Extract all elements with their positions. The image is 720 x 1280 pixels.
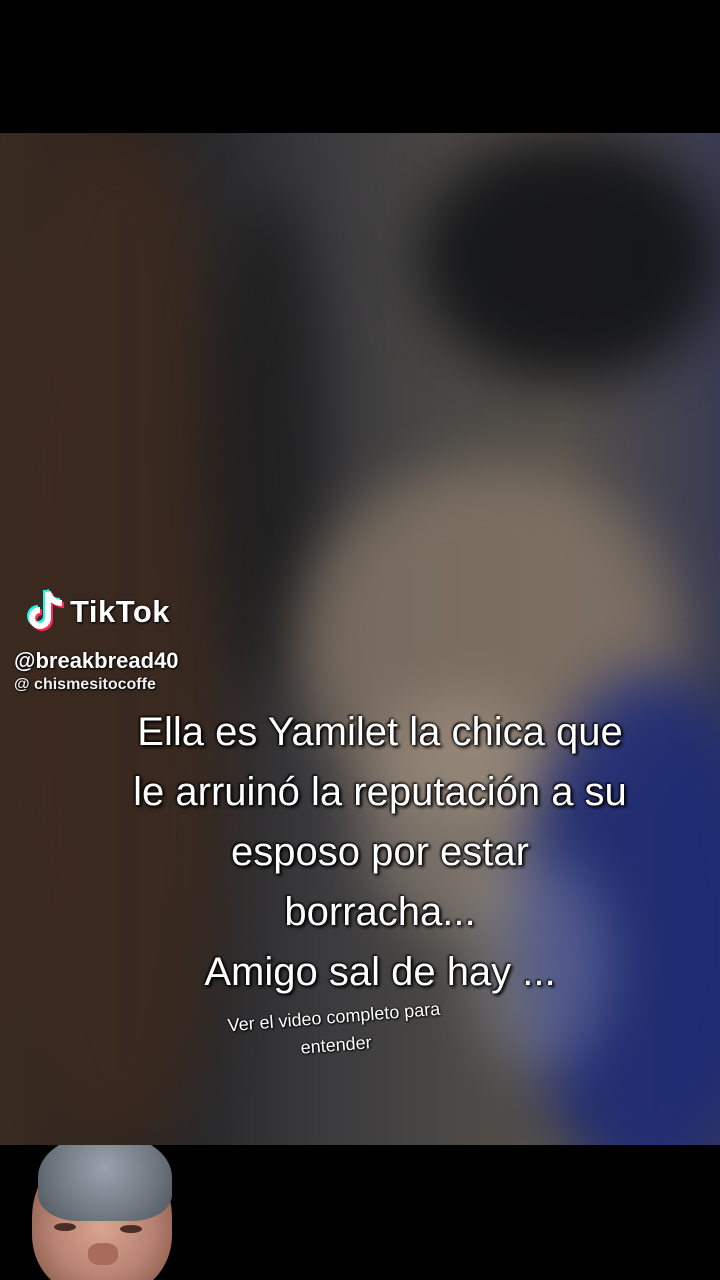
face-nose xyxy=(88,1243,118,1265)
bottom-black-bar xyxy=(0,1145,720,1280)
tiktok-note-icon xyxy=(27,589,65,631)
face-eye xyxy=(54,1223,76,1231)
video-blur-shape xyxy=(420,133,720,383)
top-black-bar xyxy=(0,0,720,133)
caption-line: Amigo sal de hay ... xyxy=(204,950,556,994)
caption-line: borracha... xyxy=(284,890,476,934)
caption-line: Ella es Yamilet la chica que xyxy=(137,710,623,754)
tiktok-watermark: TikTok xyxy=(26,588,170,636)
caption-line: esposo por estar xyxy=(231,830,529,874)
video-caption: Ella es Yamilet la chica que le arruinó … xyxy=(60,702,700,1002)
caption-line: le arruinó la reputación a su xyxy=(133,770,627,814)
creator-durag xyxy=(38,1145,172,1221)
creator-handle: @breakbread40 xyxy=(14,648,179,673)
tiktok-logo-text: TikTok xyxy=(70,594,171,629)
face-eye xyxy=(120,1225,142,1233)
source-handle: @ chismesitocoffe xyxy=(14,676,156,693)
